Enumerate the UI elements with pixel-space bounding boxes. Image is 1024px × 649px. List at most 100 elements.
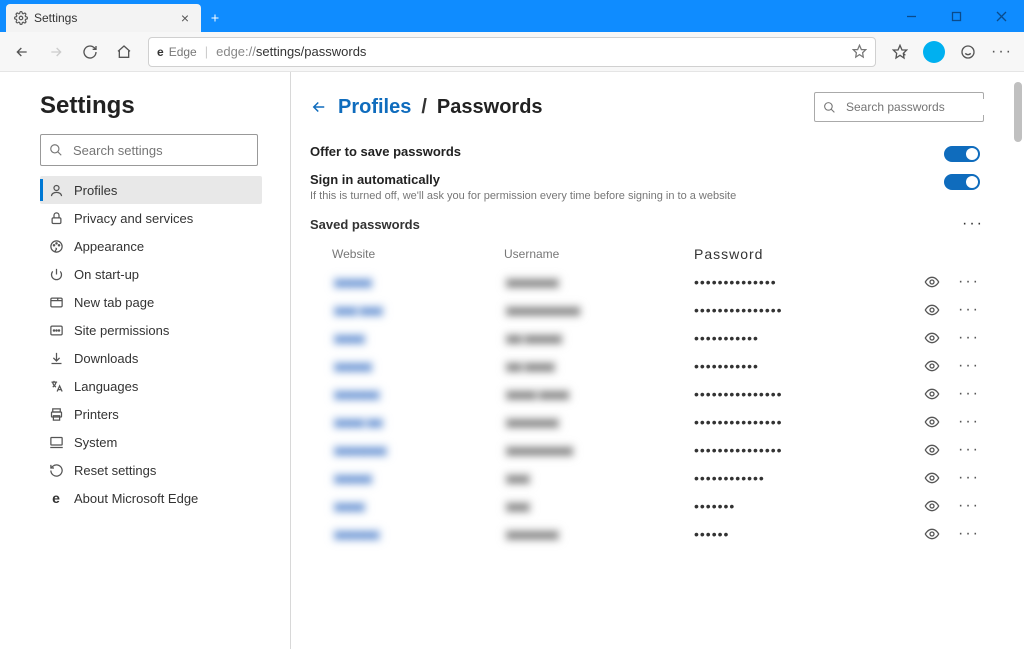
search-passwords[interactable] (814, 92, 984, 122)
search-passwords-input[interactable] (844, 99, 1003, 115)
toggle-switch[interactable] (944, 146, 980, 162)
favorite-star-icon[interactable] (852, 44, 867, 59)
feedback-button[interactable] (952, 36, 984, 68)
row-more-button[interactable]: ··· (958, 302, 980, 318)
browser-toolbar: e Edge | edge://settings/passwords ··· (0, 32, 1024, 72)
reveal-password-button[interactable] (924, 442, 940, 458)
col-website: Website (314, 247, 504, 261)
saved-passwords-title: Saved passwords (310, 217, 420, 232)
sidebar-item-label: Privacy and services (74, 211, 193, 226)
more-button[interactable]: ··· (986, 36, 1018, 68)
password-row: ■■■■■■■■••••••••••••··· (310, 464, 984, 492)
reveal-password-button[interactable] (924, 302, 940, 318)
sidebar-item-reset-settings[interactable]: Reset settings (40, 456, 262, 484)
row-more-button[interactable]: ··· (958, 470, 980, 486)
search-settings[interactable] (40, 134, 258, 166)
row-more-button[interactable]: ··· (958, 274, 980, 290)
home-button[interactable] (108, 36, 140, 68)
website-cell[interactable]: ■■■■■■ (314, 387, 504, 402)
reveal-password-button[interactable] (924, 274, 940, 290)
back-button[interactable] (6, 36, 38, 68)
edge-icon: e (48, 490, 64, 506)
sidebar-item-languages[interactable]: Languages (40, 372, 262, 400)
row-more-button[interactable]: ··· (958, 358, 980, 374)
password-cell: ••••••• (694, 498, 864, 514)
sidebar-item-downloads[interactable]: Downloads (40, 344, 262, 372)
saved-passwords-more-button[interactable]: ··· (962, 216, 984, 232)
reveal-password-button[interactable] (924, 358, 940, 374)
profile-button[interactable] (918, 36, 950, 68)
breadcrumb-root-link[interactable]: Profiles (338, 96, 411, 119)
refresh-button[interactable] (74, 36, 106, 68)
search-settings-input[interactable] (71, 142, 251, 159)
new-tab-button[interactable] (201, 4, 229, 32)
titlebar: Settings × (0, 0, 1024, 32)
password-row: ■■■■■■■■■■■■■■■■•••••••••••••••··· (310, 436, 984, 464)
reveal-password-button[interactable] (924, 414, 940, 430)
row-more-button[interactable]: ··· (958, 442, 980, 458)
scrollbar[interactable] (1012, 72, 1022, 649)
password-row: ■■■■■■ ■■■■■•••••••••••··· (310, 324, 984, 352)
website-cell[interactable]: ■■■■■■■ (314, 443, 504, 458)
reveal-password-button[interactable] (924, 498, 940, 514)
website-cell[interactable]: ■■■■■ (314, 359, 504, 374)
website-cell[interactable]: ■■■■■■ (314, 527, 504, 542)
sidebar-item-system[interactable]: System (40, 428, 262, 456)
website-cell[interactable]: ■■■■ (314, 499, 504, 514)
row-more-button[interactable]: ··· (958, 330, 980, 346)
sidebar-item-profiles[interactable]: Profiles (40, 176, 262, 204)
password-cell: •••••••••••• (694, 470, 864, 486)
sidebar-item-new-tab-page[interactable]: New tab page (40, 288, 262, 316)
sidebar-item-label: About Microsoft Edge (74, 491, 198, 506)
website-cell[interactable]: ■■■■■ (314, 471, 504, 486)
close-tab-button[interactable]: × (177, 11, 193, 25)
sidebar-item-on-start-up[interactable]: On start-up (40, 260, 262, 288)
reveal-password-button[interactable] (924, 470, 940, 486)
sidebar-item-privacy-and-services[interactable]: Privacy and services (40, 204, 262, 232)
row-more-button[interactable]: ··· (958, 498, 980, 514)
sidebar-item-about-microsoft-edge[interactable]: e About Microsoft Edge (40, 484, 262, 512)
row-more-button[interactable]: ··· (958, 526, 980, 542)
reveal-password-button[interactable] (924, 526, 940, 542)
perm-icon (48, 323, 64, 338)
edge-icon: e (157, 45, 164, 59)
website-cell[interactable]: ■■■ ■■■ (314, 303, 504, 318)
address-bar[interactable]: e Edge | edge://settings/passwords (148, 37, 876, 67)
website-cell[interactable]: ■■■■ ■■ (314, 415, 504, 430)
download-icon (48, 351, 64, 366)
gear-icon (14, 11, 28, 25)
settings-nav: Profiles Privacy and services AppearanceOn… (40, 176, 262, 512)
sidebar-item-printers[interactable]: Printers (40, 400, 262, 428)
forward-button[interactable] (40, 36, 72, 68)
active-tab[interactable]: Settings × (6, 4, 201, 32)
minimize-button[interactable] (889, 0, 934, 32)
sidebar-item-label: Languages (74, 379, 138, 394)
passwords-table: Website Username Password ■■■■■■■■■■■■••… (310, 240, 984, 548)
sidebar-item-label: Printers (74, 407, 119, 422)
website-cell[interactable]: ■■■■ (314, 331, 504, 346)
sidebar-item-label: Reset settings (74, 463, 156, 478)
maximize-button[interactable] (934, 0, 979, 32)
passwords-table-header: Website Username Password (310, 240, 984, 268)
tabstrip: Settings × (0, 0, 229, 32)
scrollbar-thumb[interactable] (1014, 82, 1022, 142)
password-row: ■■■■■■■ ■■■■•••••••••••··· (310, 352, 984, 380)
username-cell: ■■■ (504, 499, 694, 514)
breadcrumb-back-button[interactable] (310, 98, 328, 116)
username-cell: ■■■■■■■ (504, 415, 694, 430)
settings-page: Settings ProfilesPrivacy and servicesApp… (0, 72, 1024, 649)
close-window-button[interactable] (979, 0, 1024, 32)
sidebar-item-appearance[interactable]: Appearance (40, 232, 262, 260)
more-icon: ··· (991, 44, 1013, 60)
reveal-password-button[interactable] (924, 386, 940, 402)
site-identity: e Edge (157, 45, 197, 59)
website-cell[interactable]: ■■■■■ (314, 275, 504, 290)
row-more-button[interactable]: ··· (958, 386, 980, 402)
favorites-button[interactable] (884, 36, 916, 68)
sidebar-item-site-permissions[interactable]: Site permissions (40, 316, 262, 344)
toggle-switch[interactable] (944, 174, 980, 190)
reset-icon (48, 463, 64, 478)
password-row: ■■■■■■■■■■■■■••••••··· (310, 520, 984, 548)
row-more-button[interactable]: ··· (958, 414, 980, 430)
reveal-password-button[interactable] (924, 330, 940, 346)
